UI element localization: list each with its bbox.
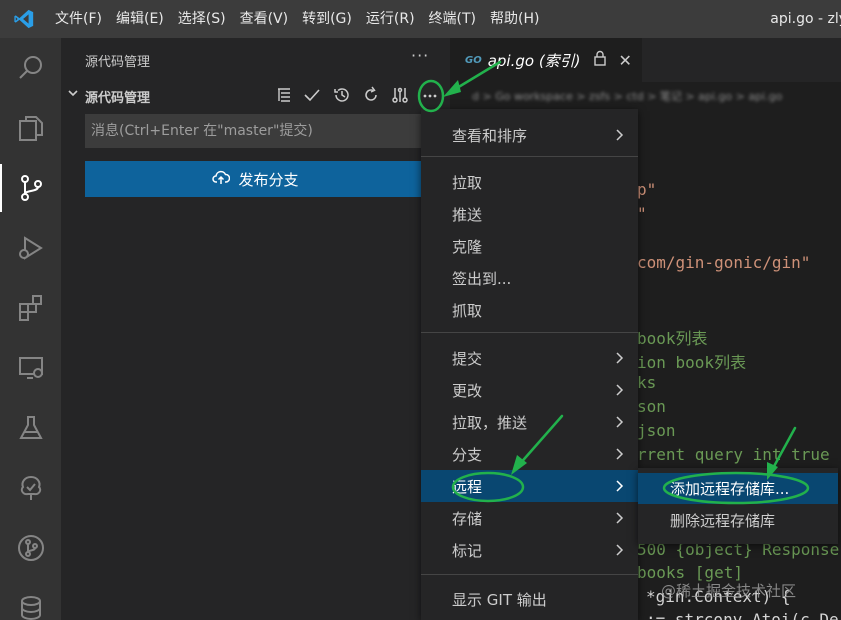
tree-icon[interactable] <box>0 458 61 518</box>
menu-separator <box>421 574 638 575</box>
menu-item-remove-remote[interactable]: 删除远程存储库 <box>638 505 838 536</box>
code-line: p" <box>637 180 657 199</box>
chevron-right-icon <box>614 543 624 561</box>
menu-separator <box>421 156 638 157</box>
editor-tab-bar: GO api.go (索引) ✕ <box>450 38 841 82</box>
menu-selection[interactable]: 选择(S) <box>171 0 233 38</box>
menu-item-pull[interactable]: 拉取 <box>421 166 638 198</box>
chevron-down-icon[interactable] <box>66 86 80 104</box>
chevron-right-icon <box>614 447 624 465</box>
sidebar-title: 源代码管理 <box>85 55 151 70</box>
code-line: son <box>637 397 666 416</box>
chevron-right-icon <box>614 128 624 146</box>
run-debug-icon[interactable] <box>0 218 61 278</box>
publish-branch-button[interactable]: 发布分支 <box>85 161 426 197</box>
refresh-icon[interactable] <box>360 84 382 106</box>
menu-terminal[interactable]: 终端(T) <box>422 0 483 38</box>
menu-item-checkout[interactable]: 签出到... <box>421 262 638 294</box>
commit-check-icon[interactable] <box>301 84 323 106</box>
chevron-right-icon <box>614 383 624 401</box>
scm-section-label: 源代码管理 <box>85 91 151 106</box>
activity-bar <box>0 38 61 620</box>
menu-item-fetch[interactable]: 抓取 <box>421 294 638 326</box>
menu-item-clone[interactable]: 克隆 <box>421 230 638 262</box>
menu-help[interactable]: 帮助(H) <box>483 0 546 38</box>
scm-more-actions-menu: 查看和排序 拉取 推送 克隆 签出到... 抓取 提交 更改 拉取，推送 分支 … <box>421 109 638 620</box>
code-line: ks <box>637 373 657 392</box>
tab-api-go[interactable]: GO api.go (索引) ✕ <box>450 38 642 82</box>
menu-item-push[interactable]: 推送 <box>421 198 638 230</box>
remote-submenu: 添加远程存储库... 删除远程存储库 <box>638 468 838 544</box>
menu-item-pull-push[interactable]: 拉取，推送 <box>421 406 638 438</box>
code-line: json <box>637 421 676 440</box>
code-line: := strconv.Atoi(c.De <box>646 610 839 620</box>
window-title: api.go - zly <box>770 11 841 27</box>
breadcrumb[interactable]: d > Go workspace > zsfs > ctd > 笔记 > api… <box>472 88 782 104</box>
remote-explorer-icon[interactable] <box>0 338 61 398</box>
code-line: rrent query int true " <box>637 445 841 464</box>
code-line: ion book列表 <box>637 353 747 372</box>
menu-separator <box>421 332 638 333</box>
title-bar: 文件(F) 编辑(E) 选择(S) 查看(V) 转到(G) 运行(R) 终端(T… <box>0 0 841 38</box>
publish-branch-label: 发布分支 <box>238 170 299 189</box>
menu-item-stash[interactable]: 存储 <box>421 502 638 534</box>
menu-item-remote[interactable]: 远程 <box>421 470 638 502</box>
code-line: " <box>637 204 647 223</box>
testing-icon[interactable] <box>0 398 61 458</box>
menu-view[interactable]: 查看(V) <box>233 0 296 38</box>
chevron-right-icon <box>614 479 624 497</box>
cloud-upload-icon <box>212 168 231 190</box>
scm-section-header[interactable]: 源代码管理 <box>61 82 450 108</box>
source-control-icon[interactable] <box>0 158 61 218</box>
tab-label: api.go (索引) <box>487 51 581 70</box>
menu-item-view-sort[interactable]: 查看和排序 <box>421 119 638 151</box>
menu-go[interactable]: 转到(G) <box>295 0 359 38</box>
history-icon[interactable] <box>331 84 353 106</box>
git-graph-icon[interactable] <box>0 518 61 578</box>
chevron-right-icon <box>614 351 624 369</box>
extensions-icon[interactable] <box>0 278 61 338</box>
search-icon[interactable] <box>0 38 61 98</box>
menu-item-changes[interactable]: 更改 <box>421 374 638 406</box>
commit-message-input[interactable] <box>85 114 426 148</box>
more-actions-icon[interactable] <box>419 84 441 106</box>
close-icon[interactable]: ✕ <box>619 51 632 70</box>
menu-run[interactable]: 运行(R) <box>359 0 422 38</box>
watermark: @稀土掘金技术社区 <box>661 582 797 600</box>
explorer-icon[interactable] <box>0 98 61 158</box>
menu-item-commit[interactable]: 提交 <box>421 342 638 374</box>
go-file-icon: GO <box>465 54 482 66</box>
git-graph-toolbar-icon[interactable] <box>389 84 411 106</box>
menu-item-show-git-output[interactable]: 显示 GIT 输出 <box>421 583 638 615</box>
chevron-right-icon <box>614 415 624 433</box>
vscode-logo-icon <box>0 0 48 38</box>
menu-item-add-remote[interactable]: 添加远程存储库... <box>638 473 838 504</box>
code-line: book列表 <box>637 329 708 348</box>
lock-icon <box>593 50 607 70</box>
menu-edit[interactable]: 编辑(E) <box>109 0 171 38</box>
chevron-right-icon <box>614 511 624 529</box>
database-icon[interactable] <box>0 578 61 620</box>
view-as-tree-icon[interactable] <box>273 84 295 106</box>
menu-file[interactable]: 文件(F) <box>48 0 109 38</box>
menu-item-branch[interactable]: 分支 <box>421 438 638 470</box>
code-line: com/gin-gonic/gin" <box>637 253 811 272</box>
menu-item-tags[interactable]: 标记 <box>421 534 638 566</box>
source-control-sidebar: 源代码管理 ··· 源代码管理 发布分支 <box>61 38 450 620</box>
sidebar-more-button[interactable]: ··· <box>411 46 429 65</box>
